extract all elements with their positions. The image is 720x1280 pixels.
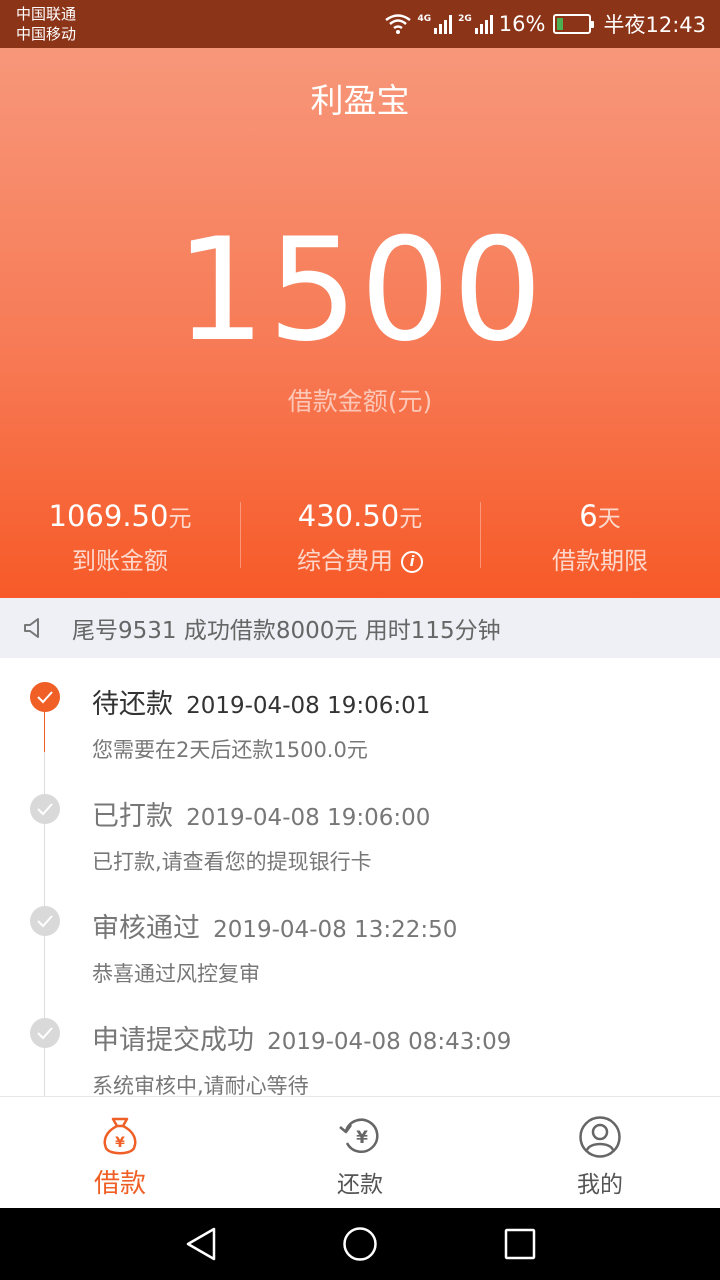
home-icon[interactable] (342, 1226, 378, 1262)
stat-value: 430.50 (297, 499, 400, 533)
timeline-item: 审核通过 2019-04-08 13:22:50 恭喜通过风控复审 (0, 882, 720, 994)
loan-stats: 1069.50元 到账金额 430.50元 综合费用 i 6天 借款期限 (0, 496, 720, 586)
stat-label: 借款期限 (552, 547, 648, 575)
svg-text:¥: ¥ (115, 1135, 125, 1151)
tab-label: 借款 (93, 1169, 146, 1199)
signal-icon-1: 4G (417, 14, 453, 34)
bottom-tab-bar: ¥ 借款 ¥ 还款 我的 (0, 1096, 720, 1208)
timeline-desc: 您需要在2天后还款1500.0元 (92, 738, 368, 762)
timeline-desc: 恭喜通过风控复审 (92, 962, 260, 986)
stat-unit: 元 (168, 506, 192, 532)
page-title: 利盈宝 (310, 81, 410, 120)
stat-label: 综合费用 (297, 547, 393, 575)
wifi-icon (385, 14, 412, 34)
loan-summary-panel: 利盈宝 1500 借款金额(元) 1069.50元 到账金额 430.50元 综… (0, 48, 720, 598)
stat-unit: 元 (399, 506, 423, 532)
tab-mine[interactable]: 我的 (480, 1097, 720, 1208)
timeline-item: 已打款 2019-04-08 19:06:00 已打款,请查看您的提现银行卡 (0, 770, 720, 882)
battery-percent: 16% (498, 12, 546, 36)
speaker-icon (24, 618, 39, 638)
signal-icon-2: 2G (458, 14, 493, 34)
back-icon[interactable] (184, 1226, 218, 1262)
check-icon (30, 794, 60, 824)
stat-value: 1069.50 (48, 499, 169, 533)
battery-icon (553, 14, 595, 34)
check-icon (30, 1018, 60, 1048)
notice-bar: 尾号9531 成功借款8000元 用时115分钟 (0, 598, 720, 658)
timeline-title: 已打款 (92, 801, 173, 832)
stat-value: 6 (579, 499, 598, 533)
timeline-time: 2019-04-08 08:43:09 (267, 1029, 512, 1055)
user-icon (579, 1116, 621, 1158)
timeline-item: 申请提交成功 2019-04-08 08:43:09 系统审核中,请耐心等待 (0, 994, 720, 1096)
tab-label: 我的 (577, 1172, 623, 1198)
status-bar: 中国联通 中国移动 4G 2G 16% 半夜12:43 (0, 0, 720, 48)
stat-unit: 天 (597, 506, 621, 532)
money-bag-icon: ¥ (103, 1117, 137, 1155)
status-icons: 4G 2G 16% 半夜12:43 (385, 0, 706, 48)
timeline-time: 2019-04-08 13:22:50 (213, 917, 458, 943)
timeline-title: 待还款 (92, 689, 173, 720)
carrier-info: 中国联通 中国移动 (16, 4, 76, 44)
carrier-2: 中国移动 (16, 25, 77, 43)
timeline-time: 2019-04-08 19:06:00 (186, 805, 431, 831)
timeline-time: 2019-04-08 19:06:01 (186, 693, 431, 719)
stat-label: 到账金额 (72, 547, 168, 575)
check-icon (30, 906, 60, 936)
timeline-item: 待还款 2019-04-08 19:06:01 您需要在2天后还款1500.0元 (0, 658, 720, 770)
repay-icon: ¥ (339, 1118, 379, 1153)
loan-amount: 1500 (175, 208, 545, 373)
loan-status-timeline: 待还款 2019-04-08 19:06:01 您需要在2天后还款1500.0元… (0, 658, 720, 1096)
system-navigation-bar (0, 1208, 720, 1280)
tab-borrow[interactable]: ¥ 借款 (0, 1097, 240, 1208)
svg-text:¥: ¥ (356, 1128, 368, 1148)
timeline-title: 审核通过 (92, 913, 200, 944)
recent-apps-icon[interactable] (504, 1226, 536, 1262)
check-icon (30, 682, 60, 712)
tab-repay[interactable]: ¥ 还款 (240, 1097, 480, 1208)
carrier-1: 中国联通 (16, 5, 77, 23)
timeline-title: 申请提交成功 (92, 1025, 254, 1056)
clock: 半夜12:43 (603, 13, 706, 37)
notice-text: 尾号9531 成功借款8000元 用时115分钟 (72, 618, 501, 644)
timeline-desc: 系统审核中,请耐心等待 (92, 1074, 309, 1096)
tab-label: 还款 (337, 1172, 383, 1198)
timeline-desc: 已打款,请查看您的提现银行卡 (92, 850, 372, 874)
info-icon[interactable]: i (401, 551, 423, 573)
stat-received-amount: 1069.50元 到账金额 (0, 496, 240, 586)
loan-amount-label: 借款金额(元) (287, 387, 433, 416)
stat-total-fee: 430.50元 综合费用 i (240, 496, 480, 586)
stat-loan-term: 6天 借款期限 (480, 496, 720, 586)
